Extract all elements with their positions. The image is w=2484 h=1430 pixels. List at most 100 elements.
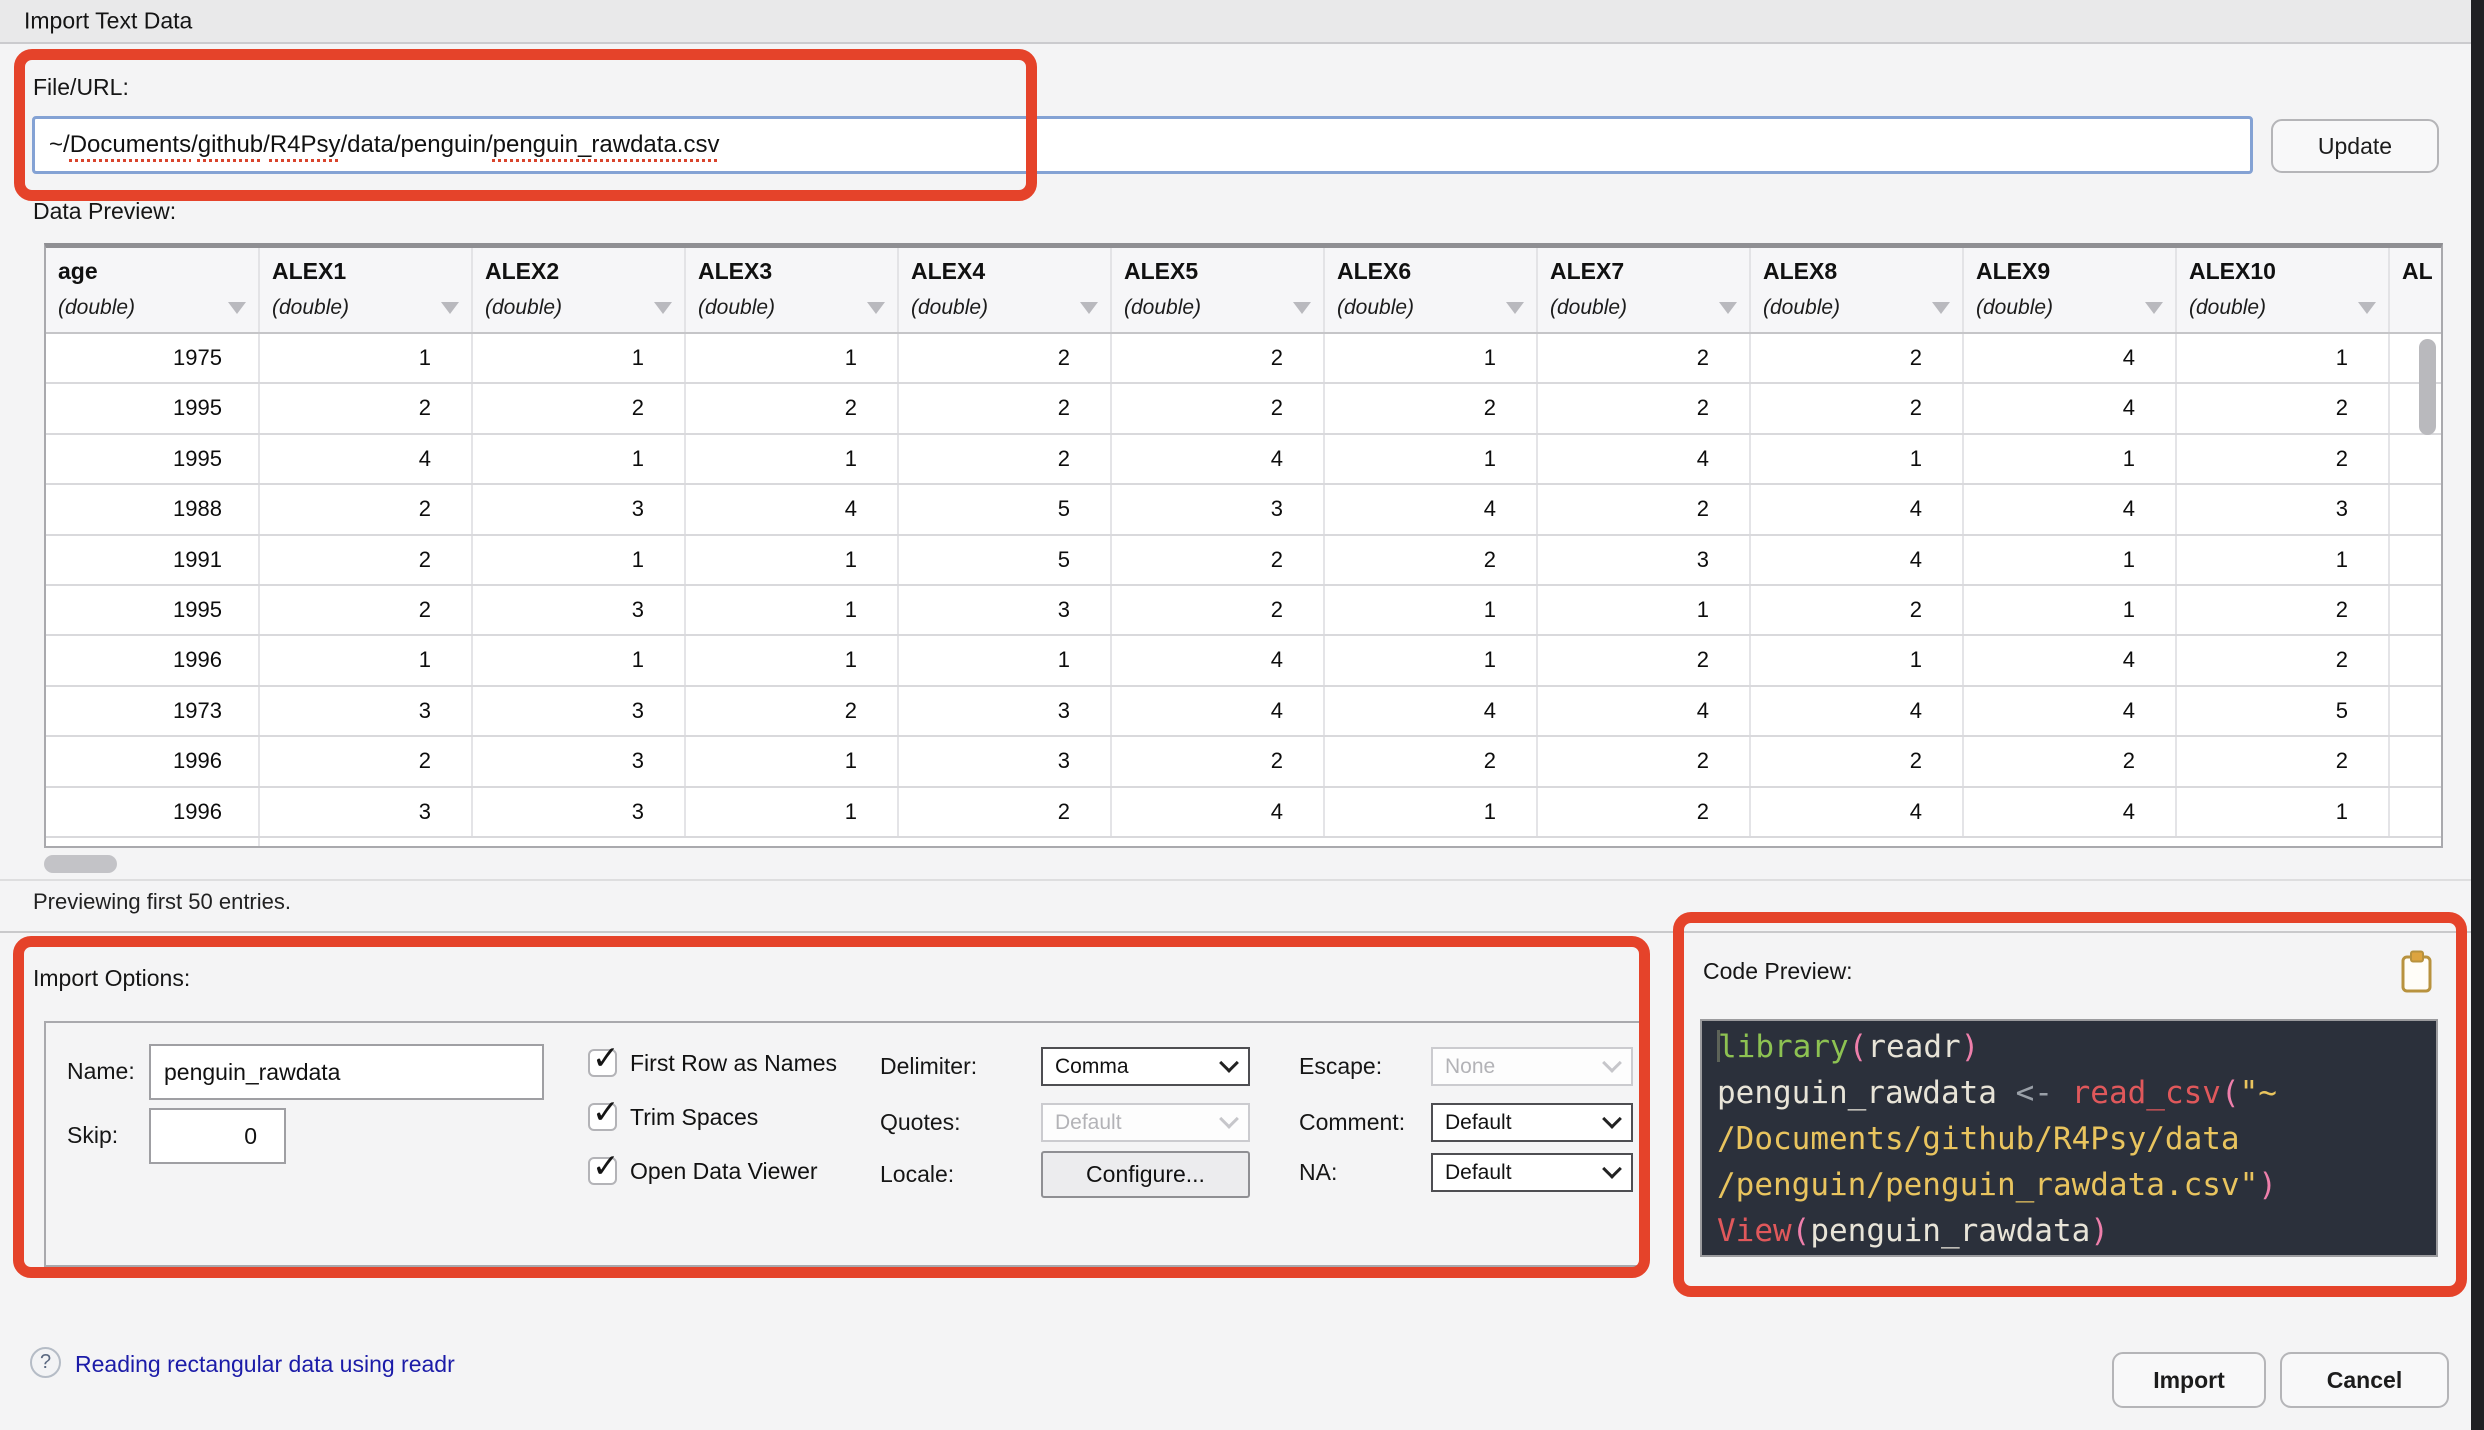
update-button[interactable]: Update: [2271, 119, 2439, 173]
column-header-alex4[interactable]: ALEX4(double): [899, 248, 1112, 332]
table-cell: 2: [899, 334, 1112, 382]
column-header-age[interactable]: age(double): [46, 248, 260, 332]
table-cell: 4: [1325, 687, 1538, 735]
delimiter-label: Delimiter:: [880, 1053, 977, 1080]
column-menu-icon[interactable]: [1293, 302, 1311, 314]
path-segment: github: [198, 131, 263, 159]
column-name: ALEX3: [698, 258, 887, 285]
column-header-alex8[interactable]: ALEX8(double): [1751, 248, 1964, 332]
checkbox-group: ✓First Row as Names ✓Trim Spaces ✓Open Dat…: [588, 1046, 837, 1208]
skip-input[interactable]: 0: [149, 1108, 286, 1164]
table-cell: 3: [260, 788, 473, 836]
delimiter-select[interactable]: Comma: [1041, 1047, 1250, 1086]
column-type: (double): [911, 296, 988, 320]
column-name: AL: [2402, 258, 2433, 285]
file-url-label: File/URL:: [33, 74, 129, 101]
vertical-scrollbar-thumb[interactable]: [2419, 339, 2436, 435]
table-cell: 2: [2177, 636, 2390, 684]
column-menu-icon[interactable]: [2358, 302, 2376, 314]
help-link[interactable]: Reading rectangular data using readr: [75, 1351, 455, 1378]
comment-select[interactable]: Default: [1431, 1103, 1633, 1142]
column-name: ALEX7: [1550, 258, 1739, 285]
table-cell: 1995: [46, 586, 260, 634]
name-input[interactable]: penguin_rawdata: [149, 1044, 544, 1100]
checkbox-first-row-as-names[interactable]: ✓First Row as Names: [588, 1046, 837, 1080]
column-menu-icon[interactable]: [2145, 302, 2163, 314]
table-cell: 2: [2177, 737, 2390, 785]
column-header-alex6[interactable]: ALEX6(double): [1325, 248, 1538, 332]
column-menu-icon[interactable]: [867, 302, 885, 314]
table-cell: 1: [2177, 334, 2390, 382]
code-token: ): [2090, 1213, 2109, 1249]
code-token: View: [1717, 1213, 1792, 1249]
column-menu-icon[interactable]: [1080, 302, 1098, 314]
table-cell: 4: [686, 485, 899, 533]
table-cell: 1: [260, 334, 473, 382]
table-cell: 4: [1964, 687, 2177, 735]
checkbox-box[interactable]: ✓: [588, 1049, 617, 1077]
table-cell: 1: [260, 636, 473, 684]
na-select[interactable]: Default: [1431, 1153, 1633, 1192]
column-menu-icon[interactable]: [1719, 302, 1737, 314]
column-name: ALEX1: [272, 258, 461, 285]
table-cell: 4: [1751, 687, 1964, 735]
table-cell: 1: [1325, 788, 1538, 836]
file-url-input[interactable]: ~/Documents/github/R4Psy/data/penguin/pe…: [32, 116, 2253, 174]
code-line: /penguin/penguin_rawdata.csv"): [1717, 1162, 2436, 1208]
table-cell: 2: [1538, 384, 1751, 432]
column-header-alex10[interactable]: ALEX10(double): [2177, 248, 2390, 332]
locale-configure-button[interactable]: Configure...: [1041, 1151, 1250, 1198]
table-cell: 4: [1112, 788, 1325, 836]
escape-select[interactable]: None: [1431, 1047, 1633, 1086]
checkbox-open-data-viewer[interactable]: ✓Open Data Viewer: [588, 1154, 837, 1188]
column-header-alex7[interactable]: ALEX7(double): [1538, 248, 1751, 332]
table-cell: 4: [1964, 788, 2177, 836]
path-segment: penguin_rawdata.csv: [493, 131, 720, 159]
column-header-partial[interactable]: AL: [2390, 248, 2443, 332]
column-header-alex3[interactable]: ALEX3(double): [686, 248, 899, 332]
table-cell: 3: [899, 737, 1112, 785]
table-cell: 1: [1538, 586, 1751, 634]
table-cell: 2: [1538, 788, 1751, 836]
column-header-alex1[interactable]: ALEX1(double): [260, 248, 473, 332]
column-menu-icon[interactable]: [1932, 302, 1950, 314]
column-header-alex9[interactable]: ALEX9(double): [1964, 248, 2177, 332]
table-cell: 5: [899, 485, 1112, 533]
path-segment: /data/penguin/: [341, 131, 493, 159]
table-cell: 1: [686, 334, 899, 382]
table-cell: 5: [899, 536, 1112, 584]
table-cell: 1973: [46, 687, 260, 735]
table-cell: 1: [899, 636, 1112, 684]
checkbox-trim-spaces[interactable]: ✓Trim Spaces: [588, 1100, 837, 1134]
code-token: /penguin/penguin_rawdata.csv": [1717, 1167, 2258, 1203]
checkbox-box[interactable]: ✓: [588, 1157, 617, 1185]
import-button[interactable]: Import: [2112, 1352, 2266, 1408]
import-options-label: Import Options:: [33, 965, 190, 992]
clipboard-icon[interactable]: [2400, 950, 2433, 999]
table-cell: 4: [1112, 435, 1325, 483]
table-cell: 2: [899, 435, 1112, 483]
horizontal-scrollbar-thumb[interactable]: [44, 855, 117, 873]
column-menu-icon[interactable]: [228, 302, 246, 314]
help-icon[interactable]: ?: [30, 1347, 61, 1378]
table-row: 19962313222222: [46, 737, 2441, 787]
column-menu-icon[interactable]: [1506, 302, 1524, 314]
column-header-alex5[interactable]: ALEX5(double): [1112, 248, 1325, 332]
table-cell: 4: [1538, 435, 1751, 483]
table-cell: 3: [473, 586, 686, 634]
escape-label: Escape:: [1299, 1053, 1382, 1080]
table-cell: 2: [1751, 334, 1964, 382]
cancel-button[interactable]: Cancel: [2280, 1352, 2449, 1408]
table-cell: 2: [1112, 586, 1325, 634]
table-cell: 1: [1325, 334, 1538, 382]
table-cell: 1: [1964, 586, 2177, 634]
table-cell: 2: [1325, 737, 1538, 785]
column-menu-icon[interactable]: [654, 302, 672, 314]
column-header-alex2[interactable]: ALEX2(double): [473, 248, 686, 332]
checkbox-box[interactable]: ✓: [588, 1103, 617, 1131]
code-token: /Documents/github/R4Psy/data: [1717, 1121, 2240, 1157]
quotes-select[interactable]: Default: [1041, 1103, 1250, 1142]
chevron-down-icon: [1602, 1053, 1622, 1073]
column-menu-icon[interactable]: [441, 302, 459, 314]
table-cell: 2: [260, 384, 473, 432]
